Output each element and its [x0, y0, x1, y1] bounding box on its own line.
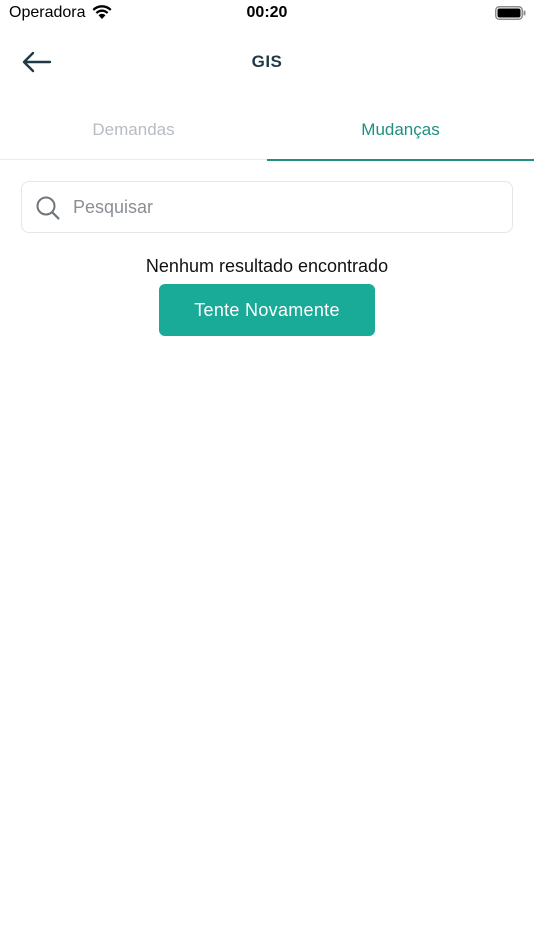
status-bar: Operadora 00:20	[0, 0, 534, 28]
tab-demandas[interactable]: Demandas	[0, 100, 267, 160]
battery-icon	[495, 6, 526, 20]
status-time: 00:20	[246, 4, 288, 21]
tab-bar: Demandas Mudanças	[0, 100, 534, 161]
empty-state-message: Nenhum resultado encontrado	[145, 256, 389, 276]
page-title: GIS	[251, 52, 283, 71]
screen: Operadora 00:20 GIS Demandas Mudanças Pe…	[0, 0, 534, 950]
retry-button[interactable]: Tente Novamente	[159, 284, 375, 336]
search-input[interactable]	[73, 182, 503, 232]
search-icon	[36, 196, 60, 220]
nav-bar: GIS	[0, 34, 534, 90]
tab-mudancas[interactable]: Mudanças	[267, 100, 534, 161]
search-bar	[21, 181, 513, 233]
